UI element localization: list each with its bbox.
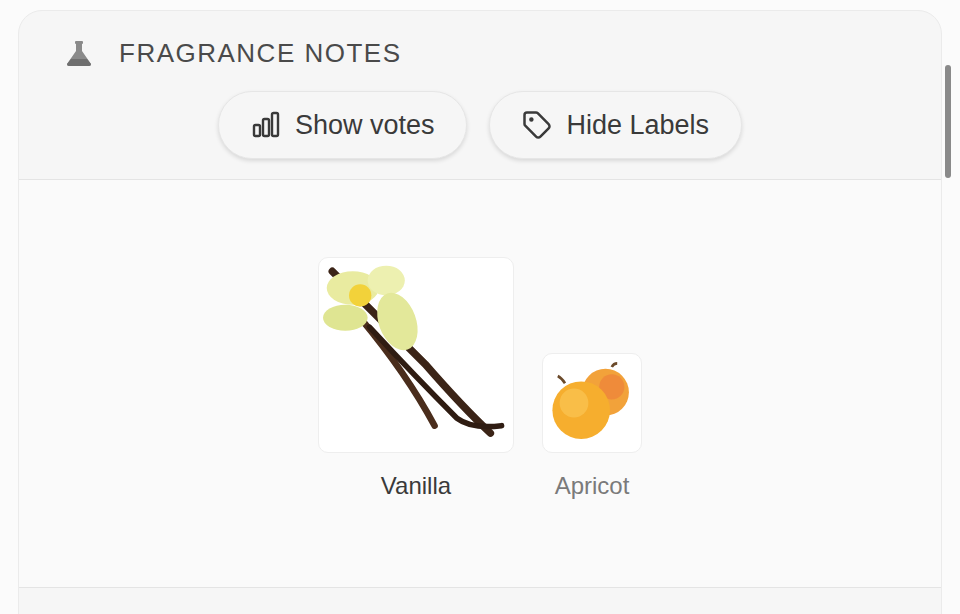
tag-icon <box>522 110 552 140</box>
apricot-picture <box>547 358 637 448</box>
note-label: Vanilla <box>381 471 451 501</box>
note-image <box>542 353 642 453</box>
note-label: Apricot <box>555 471 630 501</box>
page: FRAGRANCE NOTES Show votes Hide Labels Vani… <box>0 0 960 614</box>
vanilla-picture <box>323 262 509 448</box>
note-image <box>318 257 514 453</box>
bar-chart-icon <box>251 111 281 139</box>
flask-icon <box>63 39 95 67</box>
scrollbar-thumb[interactable] <box>945 65 951 178</box>
note-item[interactable]: Vanilla <box>318 257 514 501</box>
note-item[interactable]: Apricot <box>542 257 642 501</box>
card-header: FRAGRANCE NOTES <box>19 11 941 69</box>
show-votes-button[interactable]: Show votes <box>218 91 468 159</box>
section-title: FRAGRANCE NOTES <box>119 37 402 69</box>
fragrance-notes-card: FRAGRANCE NOTES Show votes Hide Labels Vani… <box>18 10 942 614</box>
notes-area: Vanilla Apricot <box>19 180 941 588</box>
hide-labels-button[interactable]: Hide Labels <box>489 91 742 159</box>
button-row: Show votes Hide Labels <box>19 91 941 180</box>
